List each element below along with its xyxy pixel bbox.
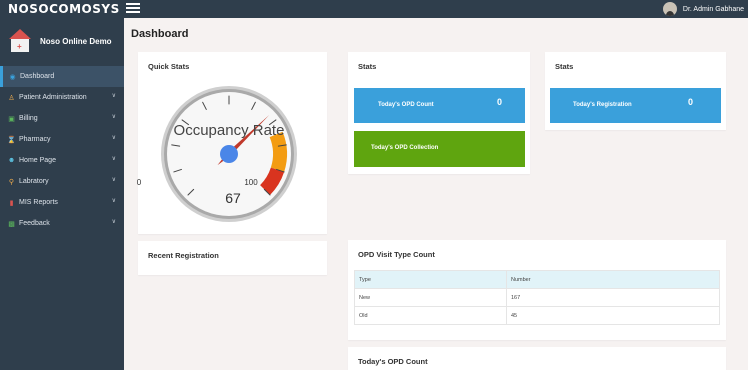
tile-value: 0: [688, 97, 694, 107]
page-title: Dashboard: [131, 28, 189, 40]
chevron-down-icon: ∨: [111, 177, 116, 183]
chevron-down-icon: ∨: [111, 114, 116, 120]
recent-registration-card: Recent Registration: [138, 241, 327, 275]
column-header-number: Number: [506, 270, 720, 289]
card-title: OPD Visit Type Count: [358, 250, 435, 259]
brand: + Noso Online Demo: [0, 18, 124, 64]
brand-name: Noso Online Demo: [40, 36, 112, 46]
tile-label: Today's Registration: [573, 102, 632, 108]
chevron-down-icon: ∨: [111, 219, 116, 225]
top-bar: NOSOCOMOSYS Dr. Admin Gabhane: [0, 0, 748, 18]
table-cell: 45: [506, 306, 720, 325]
gauge-max-label: 100: [244, 178, 258, 187]
gauge-min-label: 0: [136, 178, 142, 187]
hamburger-menu-icon[interactable]: [126, 1, 140, 15]
sidebar-item-billing[interactable]: ▣ Billing ∨: [0, 108, 124, 129]
gauge-title: Occupancy Rate: [173, 122, 285, 139]
user-name: Dr. Admin Gabhane: [682, 5, 744, 13]
sidebar-item-mis-reports[interactable]: ▮ MIS Reports ∨: [0, 192, 124, 213]
registration-tile[interactable]: Today's Registration 0: [550, 88, 721, 123]
opd-visit-type-card: OPD Visit Type Count Type Number New 167…: [348, 240, 726, 340]
sidebar-item-label: Dashboard: [20, 73, 55, 80]
chevron-down-icon: ∨: [111, 93, 116, 99]
feedback-icon: ▩: [8, 220, 15, 228]
sidebar-item-label: Labratory: [19, 178, 49, 185]
table-cell: 167: [506, 288, 720, 307]
sidebar-item-feedback[interactable]: ▩ Feedback ∨: [0, 213, 124, 234]
opd-visit-table: Type Number New 167 Old 45: [354, 270, 720, 325]
table-row: New 167: [354, 288, 720, 307]
card-title: Quick Stats: [148, 62, 190, 71]
table-row: Old 45: [354, 306, 720, 325]
sidebar-item-labratory[interactable]: ⚲ Labratory ∨: [0, 171, 124, 192]
dashboard-icon: ◉: [9, 73, 16, 81]
sidebar-item-label: Pharmacy: [19, 136, 51, 143]
sidebar-item-patient-administration[interactable]: ♙ Patient Administration ∨: [0, 87, 124, 108]
report-icon: ▮: [9, 199, 14, 207]
tile-value: 0: [497, 97, 503, 107]
tile-label: Today's OPD Collection: [371, 145, 439, 151]
chevron-down-icon: ∨: [111, 135, 116, 141]
hourglass-icon: ⌛: [7, 136, 16, 144]
sidebar-item-dashboard[interactable]: ◉ Dashboard: [0, 66, 124, 87]
opd-count-tile[interactable]: Today's OPD Count 0: [354, 88, 525, 123]
billing-icon: ▣: [8, 115, 15, 123]
card-title: Recent Registration: [148, 251, 219, 260]
card-title: Today's OPD Count: [358, 357, 428, 366]
gauge-value: 67: [225, 190, 241, 206]
todays-opd-count-card: Today's OPD Count: [348, 347, 726, 370]
quick-stats-card: Quick Stats Occupancy Rate 0 100 67: [137, 52, 327, 234]
sidebar-item-pharmacy[interactable]: ⌛ Pharmacy ∨: [0, 129, 124, 150]
opd-collection-tile[interactable]: Today's OPD Collection: [354, 131, 525, 167]
user-avatar: [662, 2, 677, 16]
sidebar: + Noso Online Demo ◉ Dashboard ♙ Patient…: [0, 18, 124, 370]
table-cell: Old: [354, 306, 507, 325]
user-menu[interactable]: Dr. Admin Gabhane: [662, 0, 744, 18]
sidebar-item-label: Home Page: [19, 157, 56, 164]
chevron-down-icon: ∨: [111, 198, 116, 204]
sidebar-item-label: Patient Administration: [19, 94, 87, 101]
patients-icon: ♙: [8, 94, 15, 102]
sidebar-item-label: MIS Reports: [19, 199, 58, 206]
flask-icon: ⚲: [8, 178, 15, 186]
stats-card-left: Stats Today's OPD Count 0 Today's OPD Co…: [348, 52, 530, 174]
stats-card-right: Stats Today's Registration 0: [545, 52, 726, 130]
table-header-row: Type Number: [354, 270, 720, 289]
sidebar-item-label: Billing: [19, 115, 38, 122]
chevron-down-icon: ∨: [111, 156, 116, 162]
column-header-type: Type: [354, 270, 507, 289]
tile-label: Today's OPD Count: [378, 102, 434, 108]
card-title: Stats: [555, 62, 574, 71]
user-icon: ☻: [7, 157, 16, 164]
sidebar-item-home-page[interactable]: ☻ Home Page ∨: [0, 150, 124, 171]
sidebar-menu: ◉ Dashboard ♙ Patient Administration ∨ ▣…: [0, 66, 124, 234]
table-cell: New: [354, 288, 507, 307]
card-title: Stats: [358, 62, 377, 71]
sidebar-item-label: Feedback: [19, 220, 50, 227]
hospital-icon: +: [8, 29, 32, 53]
app-logo[interactable]: NOSOCOMOSYS: [8, 2, 120, 16]
gauge-hub-icon: [220, 145, 238, 163]
occupancy-gauge: Occupancy Rate 0 100 67: [137, 82, 313, 232]
